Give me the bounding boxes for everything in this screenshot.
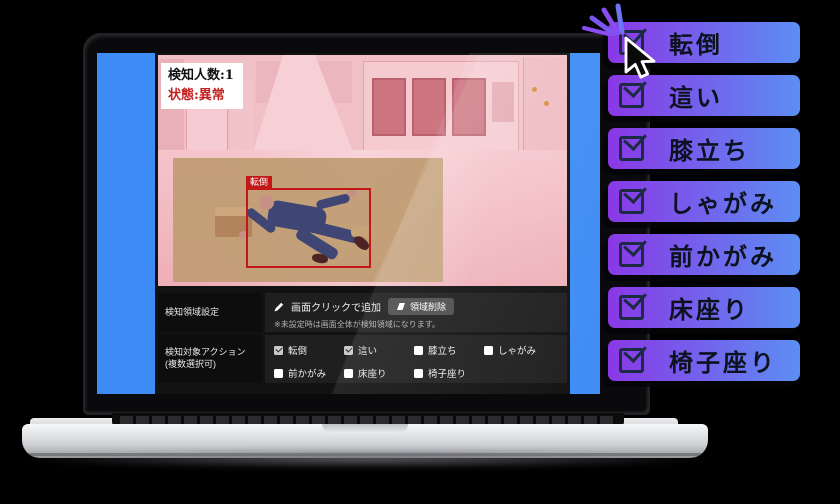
action-checkbox-item[interactable]: 転倒 [274,343,344,357]
posture-label: 膝立ち [669,131,750,166]
checked-checkbox-icon [619,189,644,214]
checkbox-icon[interactable] [414,346,423,355]
action-checkbox-label: 這い [358,343,377,357]
factory-machine-large [363,61,519,152]
checked-checkbox-icon [619,348,644,373]
action-checkbox-item[interactable]: 膝立ち [414,343,484,357]
camera-feed[interactable]: 転倒 検知人数:1 状態:異常 [158,55,567,286]
pencil-icon [274,302,284,312]
region-settings-content: 画面クリックで追加 領域削除 ※未設定時は画面全体が検知領域になります。 [265,293,567,332]
action-checkbox-label: 前かがみ [288,366,326,380]
keyboard-keys [120,416,616,424]
laptop-display: 転倒 検知人数:1 状態:異常 検知領域設定 画面クリック [97,53,600,394]
checkbox-icon[interactable] [274,346,283,355]
laptop-shadow [26,450,706,468]
posture-label: 前かがみ [669,237,777,272]
region-settings-row: 検知領域設定 画面クリックで追加 領域削除 [158,293,567,332]
checkbox-icon[interactable] [274,369,283,378]
posture-label: 転倒 [669,25,723,60]
checkbox-icon[interactable] [344,369,353,378]
mouse-cursor-icon [624,36,658,80]
checked-checkbox-icon [619,136,644,161]
machine-panel [492,82,514,122]
action-checkbox-item[interactable]: 前かがみ [274,366,344,380]
region-settings-note: ※未設定時は画面全体が検知領域になります。 [274,319,558,330]
machine-glass-door [412,78,446,136]
marketing-scene: 転倒 検知人数:1 状態:異常 検知領域設定 画面クリック [0,0,840,504]
detection-bbox-label: 転倒 [246,176,272,188]
click-burst-icon [578,0,630,36]
posture-label: 床座り [669,290,750,325]
add-region-by-click-label[interactable]: 画面クリックで追加 [291,299,381,314]
action-checkbox-group: 転倒 這い 膝立ち [274,340,558,380]
action-checkbox-label: 転倒 [288,343,307,357]
action-settings-row: 検知対象アクション (複数選択可) 転倒 [158,335,567,383]
posture-checklist-button[interactable]: 床座り [608,287,800,328]
posture-label: 椅子座り [669,343,777,378]
checkbox-icon[interactable] [344,346,353,355]
posture-checklist-button[interactable]: しゃがみ [608,181,800,222]
action-checkbox-label: 膝立ち [428,343,457,357]
factory-machine [523,57,567,152]
detected-count-text: 検知人数:1 [168,66,234,86]
region-settings-label: 検知領域設定 [158,293,262,332]
machine-glass-door [452,78,486,136]
detection-app-window: 転倒 検知人数:1 状態:異常 検知領域設定 画面クリック [155,53,570,394]
posture-checklist-button[interactable]: 這い [608,75,800,116]
status-abnormal-text: 状態:異常 [168,86,234,106]
action-checkbox-item[interactable]: 這い [344,343,414,357]
checked-checkbox-icon [619,83,644,108]
action-checkbox-item[interactable]: 椅子座り [414,366,484,380]
posture-label: 這い [669,78,723,113]
checkbox-icon[interactable] [484,346,493,355]
posture-checklist-button[interactable]: 椅子座り [608,340,800,381]
posture-checklist-button[interactable]: 前かがみ [608,234,800,275]
detection-bounding-box [246,188,371,268]
action-checkbox-item[interactable]: 床座り [344,366,414,380]
checked-checkbox-icon [619,295,644,320]
robot-arm-detail [544,101,549,106]
action-settings-label: 検知対象アクション (複数選択可) [158,335,262,383]
checkbox-icon[interactable] [414,369,423,378]
action-checkbox-label: しゃがみ [498,343,536,357]
posture-label: しゃがみ [669,184,777,219]
delete-region-button[interactable]: 領域削除 [388,298,454,315]
action-settings-content: 転倒 這い 膝立ち [265,335,567,383]
robot-arm-detail [532,87,537,92]
action-checkbox-item[interactable]: しゃがみ [484,343,554,357]
posture-checklist-button[interactable]: 膝立ち [608,128,800,169]
action-checkbox-label: 椅子座り [428,366,466,380]
action-checkbox-label: 床座り [358,366,387,380]
checked-checkbox-icon [619,242,644,267]
detection-status-overlay: 検知人数:1 状態:異常 [161,63,243,109]
eraser-icon [396,302,406,311]
lid-notch [322,424,408,433]
machine-glass-door [372,78,406,136]
